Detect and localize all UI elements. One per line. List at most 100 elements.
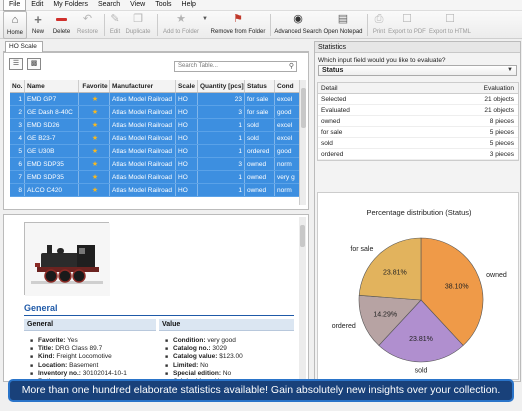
pie-chart-box: Percentage distribution (Status) 38.10% o…: [317, 192, 519, 380]
cell-no: 5: [10, 145, 25, 157]
menu-tools[interactable]: Tools: [150, 0, 176, 10]
column-header-status[interactable]: Status: [245, 80, 275, 92]
property-label: Special edition:: [173, 369, 222, 377]
cell-manufacturer: Atlas Model Railroad: [110, 171, 176, 183]
statistics-detail: sold: [321, 140, 333, 147]
favorite-cell: ★: [79, 184, 110, 196]
favorite-star-icon[interactable]: ★: [92, 109, 98, 116]
cell-manufacturer: Atlas Model Railroad: [110, 145, 176, 157]
open-notepad-button[interactable]: ▤ Open Notepad: [322, 11, 364, 39]
statistics-row[interactable]: owned 8 pieces: [318, 116, 518, 127]
export-html-button[interactable]: ☐ Export to HTML: [427, 11, 473, 39]
pie-category-label: for sale: [350, 246, 373, 253]
column-header-condition[interactable]: Cond: [275, 80, 300, 92]
statistics-value: 5 pieces: [489, 140, 514, 147]
favorite-cell: ★: [79, 158, 110, 170]
pie-percent-label: 23.81%: [383, 269, 407, 276]
favorite-star-icon[interactable]: ★: [92, 174, 98, 181]
notepad-icon: ▤: [337, 13, 349, 25]
scrollbar-thumb[interactable]: [301, 88, 306, 128]
favorite-star-icon[interactable]: ★: [92, 148, 98, 155]
cell-status: ordered: [245, 145, 275, 157]
add-to-folder-button[interactable]: ★ Add to Folder: [161, 11, 201, 39]
collection-table: No. Name Favorite Manufacturer Scale Qua…: [10, 80, 300, 197]
details-scrollbar[interactable]: [299, 217, 306, 381]
export-pdf-button[interactable]: ☐ Export to PDF: [387, 11, 427, 39]
duplicate-button[interactable]: ❐ Duplicate: [122, 11, 154, 39]
new-button[interactable]: + New: [27, 11, 49, 39]
pie-percent-label: 14.29%: [373, 312, 397, 319]
home-button[interactable]: ⌂ Home: [3, 11, 27, 39]
add-to-folder-dropdown[interactable]: ▼: [201, 11, 209, 39]
locomotive-photo: [24, 222, 110, 296]
property-item: Title: DRG Class 89.7: [30, 345, 127, 353]
column-header-manufacturer[interactable]: Manufacturer: [110, 80, 176, 92]
statistics-value: 21 objects: [484, 107, 514, 114]
favorite-star-icon[interactable]: ★: [92, 161, 98, 168]
print-button[interactable]: ⎙ Print: [371, 11, 387, 39]
table-row[interactable]: 7 EMD SDP35 ★ Atlas Model Railroad HO 1 owned v…: [10, 171, 300, 184]
statistics-detail: for sale: [321, 129, 343, 136]
statistics-row[interactable]: Selected 21 objects: [318, 94, 518, 105]
tab-ho-scale[interactable]: HO Scale: [5, 41, 43, 52]
statistics-question: Which input field would you like to eval…: [318, 57, 446, 64]
table-row[interactable]: 5 GE U30B ★ Atlas Model Railroad HO 1 ordered g…: [10, 145, 300, 158]
table-scrollbar[interactable]: [299, 80, 306, 205]
column-header-name[interactable]: Name: [25, 80, 79, 92]
favorite-cell: ★: [79, 171, 110, 183]
cell-name: EMD SDP35: [25, 171, 79, 183]
folder-remove-icon: ⚑: [233, 13, 243, 25]
favorite-cell: ★: [79, 132, 110, 144]
menu-help[interactable]: Help: [177, 0, 201, 10]
cell-no: 8: [10, 184, 25, 196]
cell-condition: norm: [275, 184, 300, 196]
statistics-row[interactable]: ordered 3 pieces: [318, 149, 518, 160]
column-header-quantity[interactable]: Quantity [pcs]: [198, 80, 245, 92]
evaluation-column-header: Evaluation: [483, 85, 514, 92]
edit-button[interactable]: ✎ Edit: [108, 11, 122, 39]
favorite-star-icon[interactable]: ★: [92, 122, 98, 129]
statistics-row[interactable]: Evaluated 21 objects: [318, 105, 518, 116]
cell-condition: excel: [275, 93, 300, 105]
statistics-title: Statistics: [315, 42, 520, 53]
column-header-scale[interactable]: Scale: [176, 80, 198, 92]
property-value: Freight Locomotive: [56, 353, 112, 361]
plus-icon: +: [34, 12, 42, 27]
field-select[interactable]: Status ▼: [318, 65, 517, 76]
statistics-row[interactable]: sold 5 pieces: [318, 138, 518, 149]
cell-status: owned: [245, 184, 275, 196]
cell-status: sold: [245, 119, 275, 131]
menu-file[interactable]: File: [3, 0, 27, 11]
table-row[interactable]: 2 GE Dash 8-40C ★ Atlas Model Railroad HO 3 fo…: [10, 106, 300, 119]
column-header-favorite[interactable]: Favorite: [79, 80, 110, 92]
table-row[interactable]: 4 GE B23-7 ★ Atlas Model Railroad HO 1 sold exc…: [10, 132, 300, 145]
cell-scale: HO: [176, 132, 198, 144]
restore-button[interactable]: ↶ Restore: [74, 11, 101, 39]
menu-view[interactable]: View: [125, 0, 150, 10]
remove-from-folder-button[interactable]: ⚑ Remove from Folder: [209, 11, 267, 39]
statistics-row[interactable]: for sale 5 pieces: [318, 127, 518, 138]
scrollbar-thumb[interactable]: [300, 225, 305, 247]
property-label: Inventory no.:: [38, 369, 81, 377]
favorite-cell: ★: [79, 106, 110, 118]
list-view-icon[interactable]: ☰: [9, 58, 23, 70]
menu-my-folders[interactable]: My Folders: [48, 0, 93, 10]
card-view-icon[interactable]: ▩: [27, 58, 41, 70]
property-label: Condition:: [173, 337, 206, 344]
column-header-no[interactable]: No.: [10, 80, 25, 92]
favorite-star-icon[interactable]: ★: [92, 96, 98, 103]
menu-search[interactable]: Search: [93, 0, 125, 10]
table-row[interactable]: 8 ALCO C420 ★ Atlas Model Railroad HO 1 owned n…: [10, 184, 300, 197]
favorite-star-icon[interactable]: ★: [92, 135, 98, 142]
table-row[interactable]: 3 EMD SD26 ★ Atlas Model Railroad HO 1 sold exc…: [10, 119, 300, 132]
cell-no: 1: [10, 93, 25, 105]
table-row[interactable]: 6 EMD SDP35 ★ Atlas Model Railroad HO 3 owned n…: [10, 158, 300, 171]
delete-button[interactable]: Delete: [49, 11, 74, 39]
property-item: Location: Basement: [30, 362, 127, 370]
advanced-search-button[interactable]: ◉ Advanced Search: [274, 11, 322, 39]
table-row[interactable]: 1 EMD GP7 ★ Atlas Model Railroad HO 23 for sal…: [10, 93, 300, 106]
menu-edit[interactable]: Edit: [26, 0, 48, 10]
property-value: 3029: [212, 345, 227, 353]
search-input[interactable]: Search Table... ⚲: [174, 61, 297, 72]
favorite-star-icon[interactable]: ★: [92, 187, 98, 194]
